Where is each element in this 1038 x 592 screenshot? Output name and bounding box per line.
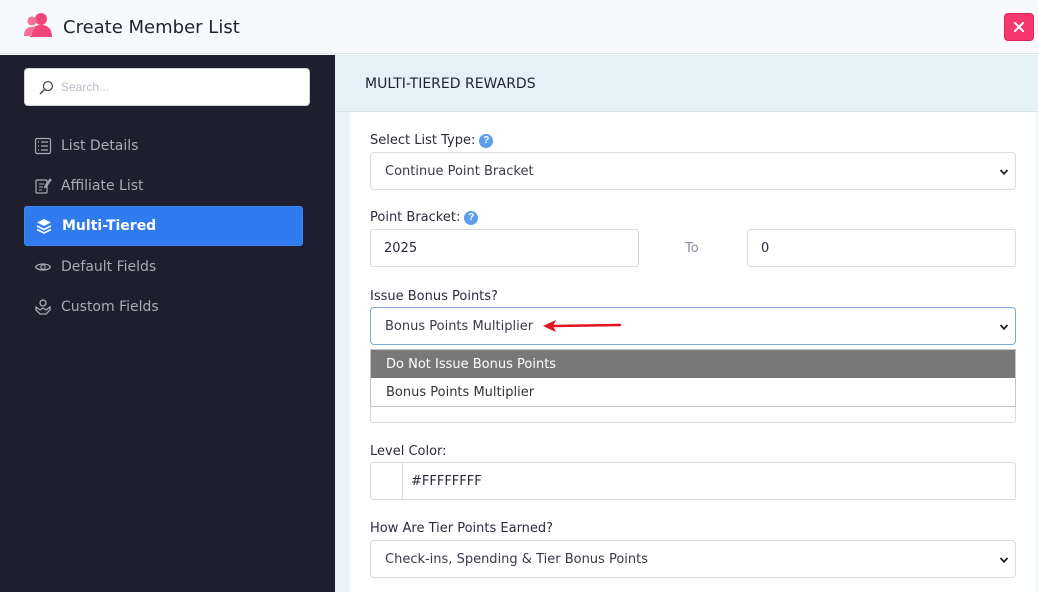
dropdown-option[interactable]: Do Not Issue Bonus Points <box>371 350 1015 378</box>
sidebar-item-label: Custom Fields <box>61 299 159 315</box>
point-bracket-to-value: 0 <box>761 241 770 256</box>
help-icon[interactable]: ? <box>464 211 479 225</box>
page-title: Create Member List <box>63 17 240 38</box>
close-icon <box>1014 22 1024 32</box>
chevron-down-icon <box>999 169 1009 176</box>
bonus-points-label: Issue Bonus Points? <box>370 289 498 304</box>
tier-points-value: Check-ins, Spending & Tier Bonus Points <box>385 552 649 567</box>
list-type-select[interactable]: Continue Point Bracket <box>370 152 1016 190</box>
point-bracket-to-input[interactable]: 0 <box>747 229 1016 267</box>
modal-header: Create Member List <box>0 0 1038 54</box>
tier-points-select[interactable]: Check-ins, Spending & Tier Bonus Points <box>370 540 1016 578</box>
sidebar-item-multi-tiered[interactable]: Multi-Tiered <box>24 206 303 246</box>
close-button[interactable] <box>1004 13 1034 41</box>
section-title: MULTI-TIERED REWARDS <box>365 76 536 92</box>
affiliate-icon <box>33 176 53 196</box>
sidebar-item-default-fields[interactable]: Default Fields <box>24 247 303 287</box>
section-header: MULTI-TIERED REWARDS <box>335 55 1038 112</box>
point-bracket-from-input[interactable]: 2025 <box>370 229 639 267</box>
sidebar-item-label: Multi-Tiered <box>62 218 157 234</box>
chevron-down-icon <box>999 324 1009 331</box>
tier-points-label: How Are Tier Points Earned? <box>370 521 554 536</box>
point-bracket-from-value: 2025 <box>384 241 418 256</box>
layers-icon <box>34 216 54 236</box>
to-label: To <box>685 241 699 256</box>
search-box[interactable] <box>24 68 310 106</box>
sidebar-item-list-details[interactable]: List Details <box>24 126 303 166</box>
bonus-points-select[interactable]: Bonus Points Multiplier <box>370 307 1016 345</box>
level-color-value: #FFFFFFFF <box>411 474 482 489</box>
sidebar-item-label: Default Fields <box>61 259 157 275</box>
sidebar-item-affiliate-list[interactable]: Affiliate List <box>24 166 303 206</box>
custom-fields-icon <box>33 297 53 317</box>
bonus-points-value: Bonus Points Multiplier <box>385 319 534 334</box>
search-icon <box>39 80 54 95</box>
sidebar: List Details Affiliate List Multi-Tiered <box>0 55 335 592</box>
help-icon[interactable]: ? <box>479 134 494 148</box>
sidebar-item-custom-fields[interactable]: Custom Fields <box>24 287 303 327</box>
sidebar-item-label: Affiliate List <box>61 178 144 194</box>
bonus-points-dropdown: Do Not Issue Bonus Points Bonus Points M… <box>370 349 1016 407</box>
dropdown-option[interactable]: Bonus Points Multiplier <box>371 378 1015 406</box>
eye-icon <box>33 257 53 277</box>
chevron-down-icon <box>999 557 1009 564</box>
list-type-value: Continue Point Bracket <box>385 164 534 179</box>
list-details-icon <box>33 136 53 156</box>
users-icon <box>24 13 52 37</box>
sidebar-item-label: List Details <box>61 138 139 154</box>
level-color-label: Level Color: <box>370 444 447 459</box>
color-swatch[interactable] <box>370 462 403 500</box>
search-input[interactable] <box>61 77 301 97</box>
point-bracket-label: Point Bracket:? <box>370 210 479 225</box>
level-color-input[interactable]: #FFFFFFFF <box>402 462 1016 500</box>
annotation-arrow-icon <box>543 320 622 332</box>
list-type-label: Select List Type:? <box>370 133 494 148</box>
